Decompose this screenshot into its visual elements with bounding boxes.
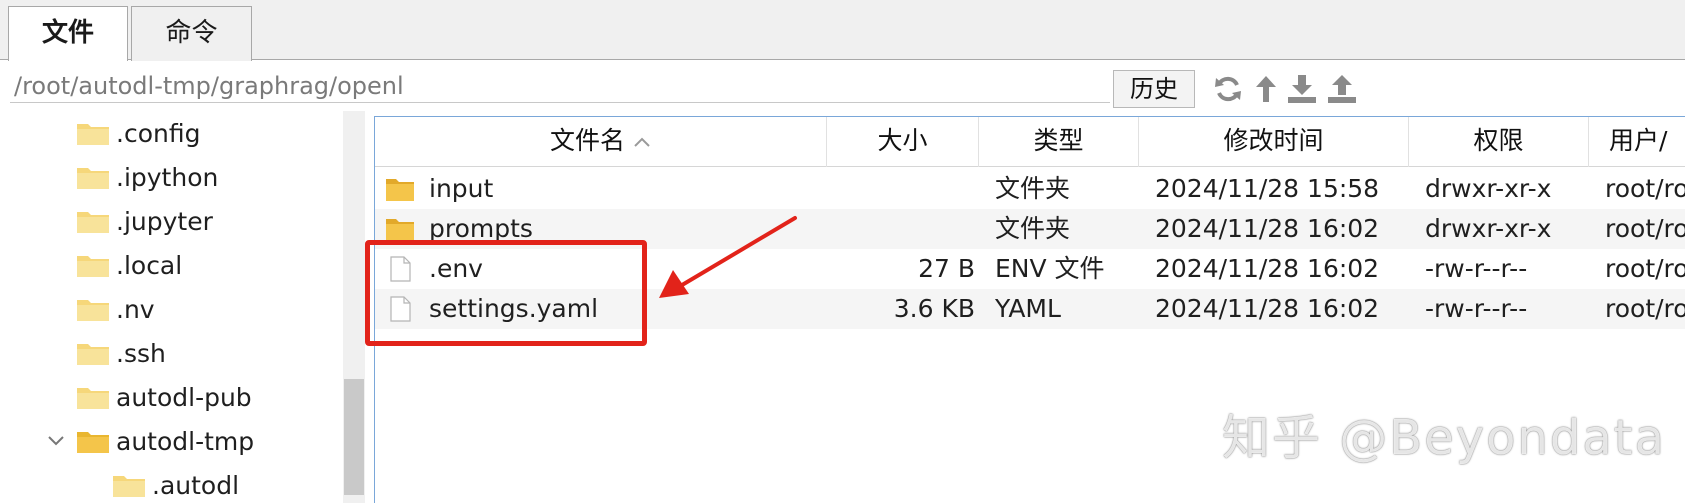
refresh-icon[interactable] (1212, 73, 1244, 105)
column-header-size[interactable]: 大小 (827, 117, 979, 167)
tree-item-label: .nv (116, 294, 155, 324)
file-size (825, 169, 975, 209)
tree-item-jupyter[interactable]: .jupyter (76, 201, 213, 241)
file-list-header: 文件名 大小 类型 修改时间 权限 用户/ (375, 117, 1685, 167)
tree-item-label: .jupyter (116, 206, 213, 236)
tree-item-autodl[interactable]: .autodl (112, 465, 239, 503)
folder-icon (386, 219, 414, 241)
download-icon[interactable] (1286, 73, 1318, 105)
file-type: YAML (995, 294, 1061, 323)
path-input[interactable] (10, 69, 1110, 103)
sort-ascending-icon (634, 137, 650, 147)
folder-icon (113, 476, 145, 497)
file-type: ENV 文件 (995, 254, 1105, 283)
file-permissions: drwxr-xr-x (1425, 174, 1552, 203)
file-owner: root/ro (1605, 294, 1685, 323)
file-type: 文件夹 (995, 214, 1071, 243)
folder-icon (77, 300, 109, 321)
column-header-label: 文件名 (549, 126, 625, 155)
file-owner: root/ro (1605, 254, 1685, 283)
column-header-type[interactable]: 类型 (979, 117, 1139, 167)
folder-icon (77, 256, 109, 277)
folder-icon (77, 168, 109, 189)
tree-item-autodl-tmp[interactable]: autodl-tmp (76, 421, 254, 461)
tab-bar: 文件 命令 (0, 0, 1685, 62)
file-mtime: 2024/11/28 15:58 (1155, 174, 1380, 203)
folder-open-icon (77, 432, 109, 453)
tree-item-config[interactable]: .config (76, 113, 200, 153)
tree-scrollbar-thumb[interactable] (344, 379, 364, 495)
file-mtime: 2024/11/28 16:02 (1155, 294, 1380, 323)
column-header-mtime[interactable]: 修改时间 (1139, 117, 1409, 167)
file-permissions: -rw-r--r-- (1425, 294, 1528, 323)
folder-icon (77, 212, 109, 233)
tree-item-label: autodl-tmp (116, 426, 255, 456)
file-owner: root/ro (1605, 214, 1685, 243)
folder-icon (77, 124, 109, 145)
up-arrow-icon[interactable] (1250, 73, 1282, 105)
folder-icon (77, 344, 109, 365)
file-size: 27 B (918, 254, 975, 283)
file-name: input (429, 174, 494, 203)
tab-files[interactable]: 文件 (8, 6, 128, 62)
tree-item-label: .local (116, 250, 183, 280)
folder-icon (77, 388, 109, 409)
folder-icon (386, 179, 414, 201)
file-permissions: -rw-r--r-- (1425, 254, 1528, 283)
file-mtime: 2024/11/28 16:02 (1155, 214, 1380, 243)
tree-item-label: .ssh (116, 338, 166, 368)
annotation-arrow-icon (659, 216, 797, 298)
tab-commands[interactable]: 命令 (131, 6, 252, 61)
path-bar: 历史 (0, 61, 1685, 111)
history-button[interactable]: 历史 (1113, 70, 1195, 108)
file-owner: root/ro (1605, 174, 1685, 203)
folder-tree: .config .ipython .jupyter .local .nv .ss… (0, 111, 343, 503)
tree-item-label: .config (116, 118, 201, 148)
file-type: 文件夹 (995, 174, 1071, 203)
tree-item-ipython[interactable]: .ipython (76, 157, 218, 197)
tree-scrollbar[interactable] (343, 111, 365, 503)
tree-item-label: .autodl (152, 470, 240, 500)
watermark: 知乎 @Beyondata (1222, 410, 1667, 466)
file-permissions: drwxr-xr-x (1425, 214, 1552, 243)
upload-icon[interactable] (1326, 73, 1358, 105)
annotation-highlight-box (365, 240, 647, 346)
column-header-owner[interactable]: 用户/ (1589, 117, 1685, 167)
tree-item-label: autodl-pub (116, 382, 252, 412)
tree-item-label: .ipython (116, 162, 219, 192)
tree-item-autodl-pub[interactable]: autodl-pub (76, 377, 252, 417)
file-size (825, 209, 975, 249)
tree-item-ssh[interactable]: .ssh (76, 333, 166, 373)
file-mtime: 2024/11/28 16:02 (1155, 254, 1380, 283)
tree-item-local[interactable]: .local (76, 245, 182, 285)
column-header-perm[interactable]: 权限 (1409, 117, 1589, 167)
tree-item-nv[interactable]: .nv (76, 289, 155, 329)
column-header-name[interactable]: 文件名 (375, 117, 827, 167)
file-size: 3.6 KB (893, 294, 975, 323)
table-row[interactable]: input 文件夹 2024/11/28 15:58 drwxr-xr-x ro… (375, 169, 1685, 209)
chevron-down-icon[interactable] (46, 431, 66, 451)
